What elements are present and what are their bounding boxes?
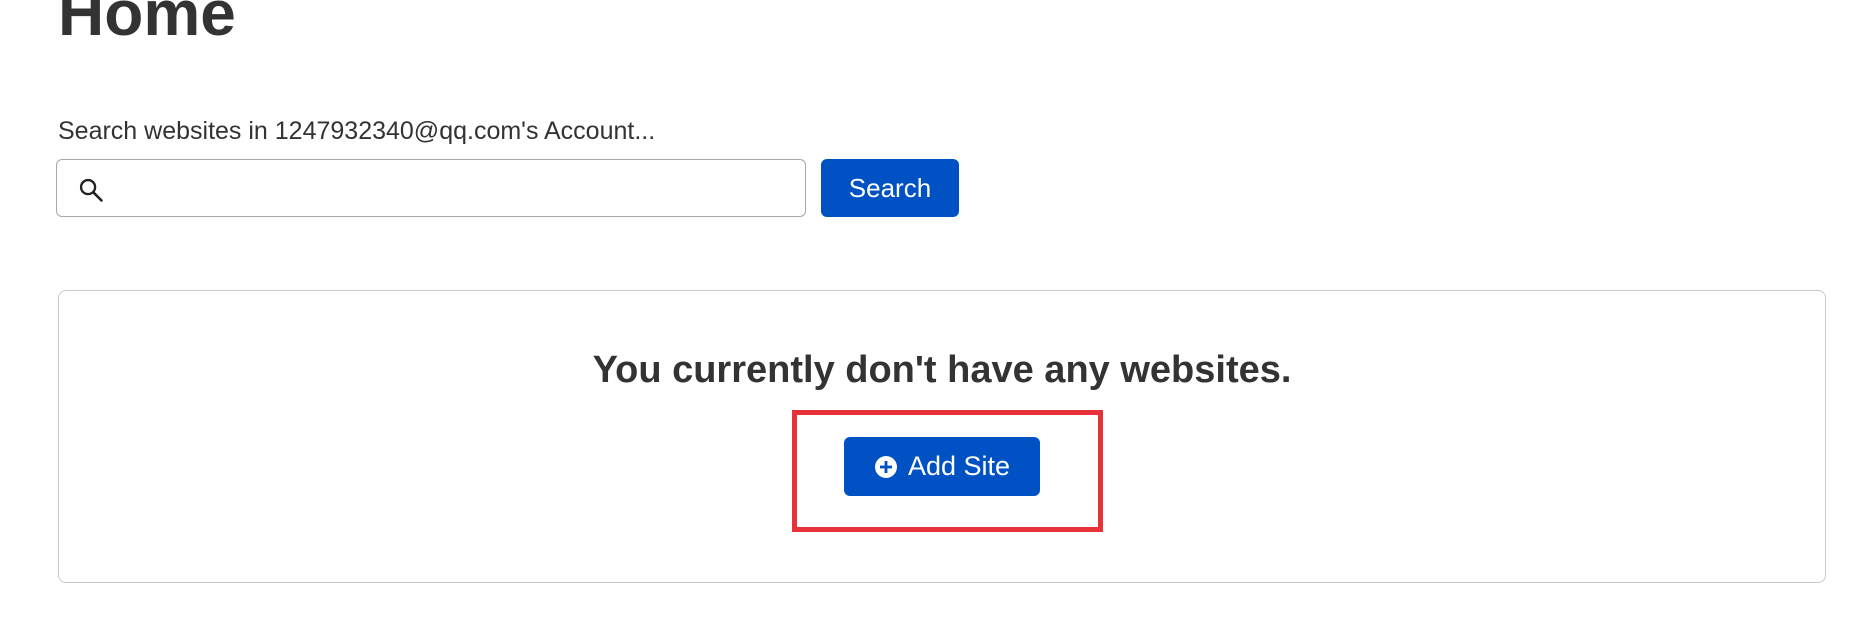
plus-circle-icon: [874, 455, 897, 478]
search-button[interactable]: Search: [821, 159, 959, 217]
search-input[interactable]: [117, 160, 801, 218]
search-icon: [79, 178, 103, 202]
empty-state-message: You currently don't have any websites.: [592, 349, 1292, 391]
home-page: Home Search websites in 1247932340@qq.co…: [0, 0, 1866, 618]
page-title: Home: [58, 0, 236, 49]
add-site-label: Add Site: [907, 451, 1011, 481]
search-field[interactable]: [56, 159, 806, 218]
add-site-button[interactable]: Add Site: [844, 437, 1040, 496]
search-label: Search websites in 1247932340@qq.com's A…: [58, 117, 656, 145]
